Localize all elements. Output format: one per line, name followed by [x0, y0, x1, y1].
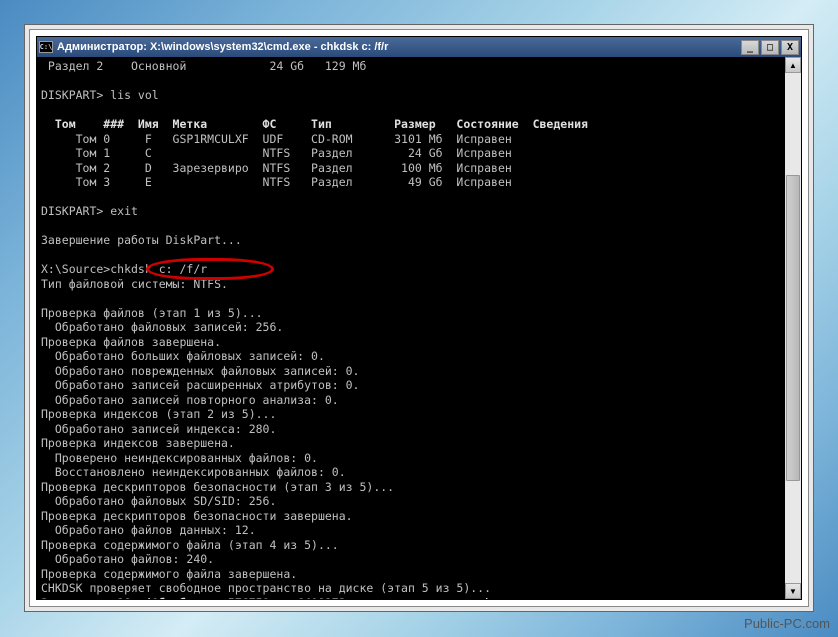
command-line: X:\Source>chkdsk c: /f/r [41, 262, 207, 276]
scroll-down-button[interactable]: ▼ [785, 583, 801, 599]
output-line: Обработано поврежденных файловых записей… [41, 364, 360, 378]
cmd-window: C:\ Администратор: X:\windows\system32\c… [36, 36, 802, 600]
output-line: Обработано записей расширенных атрибутов… [41, 378, 360, 392]
cmd-icon: C:\ [39, 41, 53, 53]
output-line: DISKPART> lis vol [41, 88, 159, 102]
table-header: Том ### Имя Метка ФС Тип Размер Состояни… [41, 117, 588, 131]
output-line: Проверка содержимого файла (этап 4 из 5)… [41, 538, 339, 552]
scroll-up-button[interactable]: ▲ [785, 57, 801, 73]
output-line: Проверка дескрипторов безопасности завер… [41, 509, 353, 523]
output-line: Проверено неиндексированных файлов: 0. [41, 451, 318, 465]
table-row: Том 1 C NTFS Раздел 24 Gб Исправен [41, 146, 512, 160]
screenshot-frame: C:\ Администратор: X:\windows\system32\c… [24, 24, 814, 612]
output-line: Проверка индексов завершена. [41, 436, 235, 450]
output-line: Проверка содержимого файла завершена. [41, 567, 297, 581]
inner-frame: C:\ Администратор: X:\windows\system32\c… [29, 29, 809, 607]
output-line: Обработано больших файловых записей: 0. [41, 349, 325, 363]
watermark-text: Public-PC.com [744, 616, 830, 631]
vertical-scrollbar[interactable]: ▲ ▼ [785, 57, 801, 599]
maximize-button[interactable]: □ [761, 40, 779, 55]
output-line: Обработано файлов: 240. [41, 552, 214, 566]
table-row: Том 0 F GSP1RMCULXF UDF CD-ROM 3101 Мб И… [41, 132, 512, 146]
scroll-track[interactable] [785, 73, 801, 583]
output-line: Восстановлено неиндексированных файлов: … [41, 465, 346, 479]
output-line: Обработано записей повторного анализа: 0… [41, 393, 339, 407]
output-line: Завершение работы DiskPart... [41, 233, 242, 247]
terminal-area: Раздел 2 Основной 24 Gб 129 Мб DISKPART>… [37, 57, 801, 599]
output-line: Проверка дескрипторов безопасности (этап… [41, 480, 394, 494]
output-line: Проверка индексов (этап 2 из 5)... [41, 407, 276, 421]
output-line: Обработано файловых записей: 256. [41, 320, 283, 334]
close-button[interactable]: X [781, 40, 799, 55]
output-line: Раздел 2 Основной 24 Gб 129 Мб [41, 59, 366, 73]
table-row: Том 2 D Зарезервиро NTFS Раздел 100 Мб И… [41, 161, 512, 175]
output-line: Обработано файлов данных: 12. [41, 523, 256, 537]
output-line: Обработано записей индекса: 280. [41, 422, 276, 436]
table-row: Том 3 E NTFS Раздел 49 Gб Исправен [41, 175, 512, 189]
output-line: Тип файловой системы: NTFS. [41, 277, 228, 291]
output-line: CHKDSK проверяет свободное пространство … [41, 581, 491, 595]
output-line: Завершено: 18. (Обработано 576759 из 649… [41, 596, 491, 600]
window-controls: _ □ X [741, 40, 799, 55]
output-line: DISKPART> exit [41, 204, 138, 218]
output-line: Проверка файлов завершена. [41, 335, 221, 349]
title-bar[interactable]: C:\ Администратор: X:\windows\system32\c… [37, 37, 801, 57]
output-line: Обработано файловых SD/SID: 256. [41, 494, 276, 508]
scroll-thumb[interactable] [786, 175, 800, 481]
terminal-output[interactable]: Раздел 2 Основной 24 Gб 129 Мб DISKPART>… [37, 57, 785, 599]
window-title: Администратор: X:\windows\system32\cmd.e… [57, 41, 741, 53]
minimize-button[interactable]: _ [741, 40, 759, 55]
output-line: Проверка файлов (этап 1 из 5)... [41, 306, 263, 320]
